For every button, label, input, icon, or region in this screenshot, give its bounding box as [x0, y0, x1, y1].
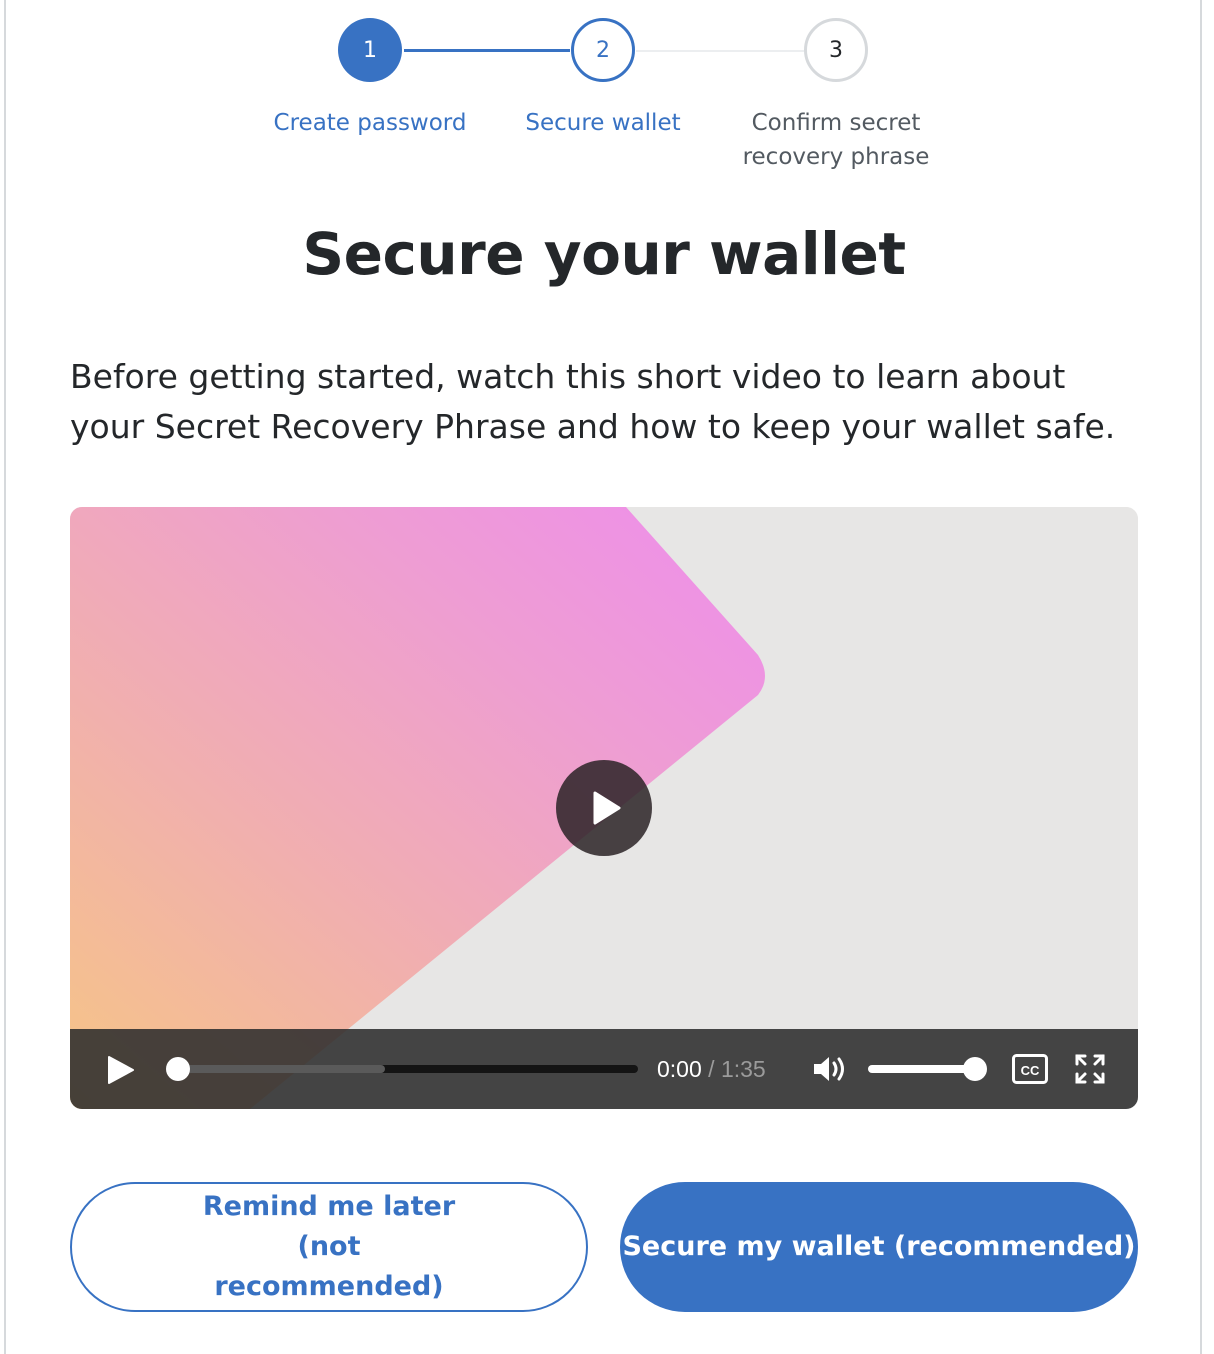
- video-player[interactable]: 0:00 / 1:35 CC: [70, 507, 1138, 1109]
- play-icon: [593, 791, 621, 825]
- current-time: 0:00: [657, 1056, 702, 1082]
- step-2-label: Secure wallet: [525, 110, 681, 136]
- step-3-label: Confirm secret recovery phrase: [742, 110, 930, 170]
- play-button[interactable]: [106, 1055, 136, 1089]
- cc-label: CC: [1021, 1063, 1040, 1078]
- volume-knob[interactable]: [963, 1057, 987, 1081]
- onboarding-stepper: 1 2 3 Create password Secure wallet Conf…: [0, 0, 1214, 180]
- step-2-circle: 2: [571, 18, 635, 82]
- progress-scrubber[interactable]: [166, 1057, 190, 1081]
- volume-icon: [814, 1057, 844, 1081]
- secure-my-wallet-button[interactable]: Secure my wallet (recommended): [620, 1182, 1138, 1312]
- step-1-label: Create password: [273, 110, 467, 136]
- time-display: 0:00 / 1:35: [657, 1053, 766, 1085]
- video-controls: 0:00 / 1:35 CC: [70, 1029, 1138, 1109]
- page-title: Secure your wallet: [302, 220, 906, 288]
- step-connector-complete: [404, 49, 570, 52]
- time-separator: /: [701, 1056, 721, 1082]
- duration: 1:35: [720, 1056, 766, 1082]
- progress-buffered: [178, 1065, 385, 1073]
- volume-slider[interactable]: [868, 1065, 978, 1073]
- step-connector-upcoming: [636, 50, 804, 52]
- remind-me-later-button[interactable]: Remind me later (not recommended): [70, 1182, 588, 1312]
- volume-button[interactable]: [812, 1053, 848, 1089]
- closed-captions-icon: CC: [1012, 1054, 1048, 1084]
- fullscreen-icon: [1075, 1054, 1105, 1084]
- progress-bar[interactable]: [178, 1065, 638, 1073]
- page-description: Before getting started, watch this short…: [70, 357, 1116, 446]
- step-3-circle: 3: [804, 18, 868, 82]
- play-icon: [108, 1056, 134, 1084]
- step-1-circle: 1: [338, 18, 402, 82]
- big-play-button[interactable]: [556, 760, 652, 856]
- fullscreen-button[interactable]: [1074, 1053, 1106, 1089]
- captions-button[interactable]: CC: [1012, 1054, 1048, 1088]
